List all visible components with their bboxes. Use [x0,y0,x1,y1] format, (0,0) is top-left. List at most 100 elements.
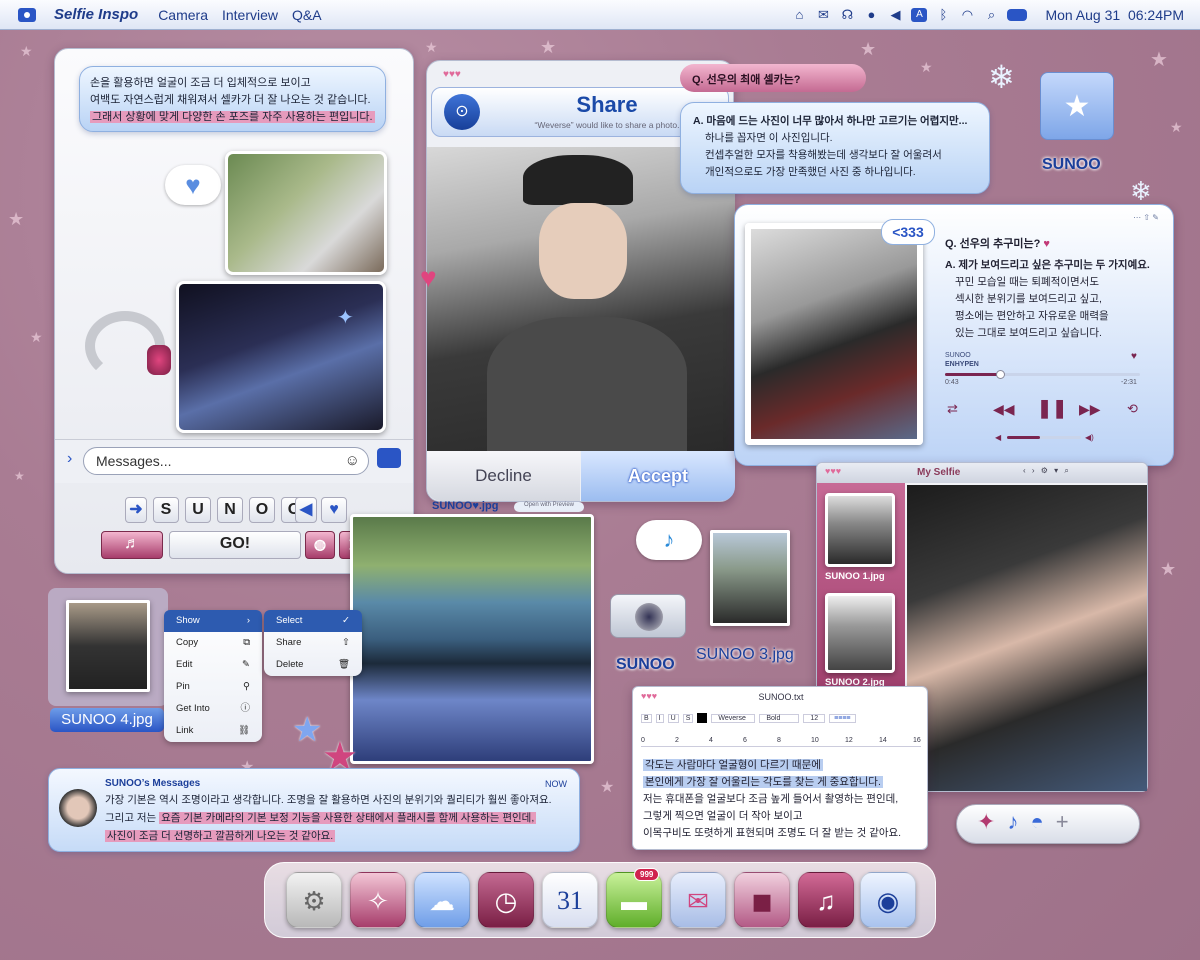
thumb-1-photo[interactable] [825,493,895,567]
progress-knob[interactable] [995,370,1005,379]
color-swatch[interactable] [697,713,708,723]
menu-item-share[interactable]: Share ⇧ [264,632,362,654]
repeat-icon[interactable]: ⟲ [1127,401,1138,417]
toggle-icon[interactable] [1007,8,1028,21]
go-key[interactable]: GO! [169,531,301,559]
music-key[interactable]: ♬ [101,531,163,559]
italic-button[interactable]: I [655,713,664,723]
menu-item-delete[interactable]: Delete 🗑 [264,654,362,676]
underline-button[interactable]: U [667,713,679,723]
volume-track[interactable] [1007,436,1081,439]
selfie-photo-2[interactable] [176,281,386,433]
star-decoration: ★ [920,59,933,75]
menu-item-link[interactable]: Link ⛓ [164,720,262,742]
file-3-label[interactable]: SUNOO 3.jpg [696,646,794,664]
music-app-icon[interactable]: ♫ [798,872,854,928]
search-icon[interactable]: ⌕ [983,7,999,22]
camera-icon[interactable] [377,448,401,468]
message-notification[interactable]: SUNOO’s Messages NOW 가장 기본은 역시 조명이라고 생각합… [48,768,580,852]
accept-button[interactable]: Accept [581,451,735,501]
backspace-key[interactable]: ◀ [295,497,317,523]
menu-item-copy[interactable]: Copy ⧉ [164,632,262,654]
window-controls[interactable]: ♥♥♥ [825,466,841,476]
menu-item-edit[interactable]: Edit ✎ [164,654,262,676]
menubar-clock[interactable]: Mon Aug 31 06:24PM [1045,7,1184,23]
calendar-app-icon[interactable]: 31 [542,872,598,928]
thumb-1-label[interactable]: SUNOO 1.jpg [825,571,905,582]
menu-item-show[interactable]: Show › [164,610,262,632]
window-actions-icon[interactable]: ⋯ ⇧ ✎ [1133,213,1159,222]
chevron-right-icon[interactable]: › [67,450,72,468]
sparkle-icon: ✦ [337,307,354,329]
main-selfie-photo[interactable] [907,485,1147,791]
size-select[interactable]: 12 [803,713,826,723]
weather-app-icon[interactable]: ☁ [414,872,470,928]
menu-item-get-into[interactable]: Get Into ⓘ [164,698,262,720]
sparkle-sticker-icon[interactable]: ✦ [977,809,1007,834]
globe-key[interactable]: ◍ [305,531,335,559]
menu-qa[interactable]: Q&A [292,7,322,23]
compass-app-icon[interactable]: ✧ [350,872,406,928]
document-body[interactable]: 각도는 사람마다 얼굴형이 다르기 때문에 본인에게 가장 잘 어울리는 각도를… [643,757,923,842]
favorite-heart-icon[interactable]: ♥ [1131,351,1137,362]
key-o[interactable]: O [249,497,275,523]
ruler-tick-label: 0 [641,737,645,744]
cap-sticker-icon[interactable]: ◓ [1030,809,1055,834]
mic-icon[interactable]: ● [863,7,879,22]
align-buttons[interactable]: ≡≡≡≡ [829,713,856,723]
mic-sticker-icon[interactable]: ♪ [1007,809,1030,834]
message-input[interactable]: Messages... ☺ [83,447,369,475]
wifi-icon[interactable]: ◠ [959,7,975,22]
bluetooth-icon[interactable]: ᛒ [935,7,951,22]
decline-button[interactable]: Decline [427,451,580,501]
volume-icon[interactable]: ◀ [887,7,903,22]
progress-track[interactable] [945,370,1140,379]
selfie-photo-3[interactable] [745,223,923,445]
shuffle-icon[interactable]: ⇄ [947,401,958,417]
home-icon[interactable]: ⌂ [791,7,807,22]
camera-app-icon[interactable]: ◉ [860,872,916,928]
settings-app-icon[interactable]: ⚙ [286,872,342,928]
weight-select[interactable]: Bold [759,713,800,723]
heart-key[interactable]: ♥ [321,497,347,523]
arrow-right-key[interactable]: ➜ [125,497,147,523]
lake-selfie-photo[interactable] [350,514,594,764]
mail-app-icon[interactable]: ✉ [670,872,726,928]
folder-icon[interactable]: ★ [1040,72,1114,140]
menu-item-pin[interactable]: Pin ⚲ [164,676,262,698]
open-preview-button[interactable]: Open with Preview [514,502,584,512]
camera-logo-icon[interactable] [18,7,36,22]
app-name[interactable]: Selfie Inspo [54,6,138,23]
menu-item-select[interactable]: Select ✓ [264,610,362,632]
mail-icon[interactable]: ✉ [815,7,831,22]
bold-button[interactable]: B [641,713,652,723]
menu-camera[interactable]: Camera [158,7,208,23]
file-4-selection[interactable] [48,588,168,706]
folder-label[interactable]: SUNOO [1042,156,1101,174]
share-icon: ⇧ [342,637,350,648]
rewind-icon[interactable]: ◀◀ [993,401,1015,418]
emoji-icon[interactable]: ☺ [345,452,360,469]
font-select[interactable]: Weverse [711,713,756,723]
file-4-thumb[interactable] [66,600,150,692]
clock-app-icon[interactable]: ◷ [478,872,534,928]
thumb-2-photo[interactable] [825,593,895,673]
keyboard-a-icon[interactable]: A [911,7,928,22]
pause-icon[interactable]: ❚❚ [1037,398,1067,419]
selfie-photo-4[interactable] [710,530,790,626]
camera-sticker [610,594,686,638]
add-icon[interactable]: + [1056,809,1081,834]
selfie-photo-1[interactable] [225,151,387,275]
video-app-icon[interactable]: ◼ [734,872,790,928]
toolbar-icons[interactable]: ‹ › ⚙ ▾ ⌕ [1023,466,1143,479]
key-s[interactable]: S [153,497,179,523]
camera-label[interactable]: SUNOO [616,656,675,674]
fast-forward-icon[interactable]: ▶▶ [1079,401,1101,418]
headphones-icon[interactable]: ☊ [839,7,855,22]
strike-button[interactable]: S [682,713,694,723]
key-u[interactable]: U [185,497,211,523]
key-n[interactable]: N [217,497,243,523]
file-4-label[interactable]: SUNOO 4.jpg [50,708,164,732]
menu-interview[interactable]: Interview [222,7,278,23]
star-decoration: ★ [1160,559,1177,579]
